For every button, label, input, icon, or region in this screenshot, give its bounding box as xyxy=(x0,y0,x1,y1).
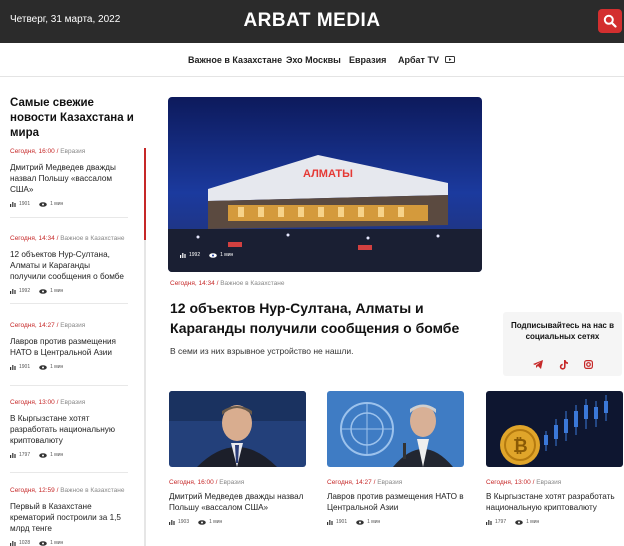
eye-icon xyxy=(198,519,206,525)
card-image[interactable] xyxy=(169,391,306,467)
eye-icon xyxy=(515,519,523,525)
sidebar-news-item[interactable]: Сегодня, 14:27 / Евразия Лавров против р… xyxy=(10,322,128,370)
divider xyxy=(10,303,128,304)
eye-icon xyxy=(39,452,47,458)
tiktok-icon[interactable] xyxy=(559,360,568,370)
eye-icon xyxy=(209,252,217,258)
search-button[interactable] xyxy=(598,9,622,33)
views-icon xyxy=(10,364,16,370)
sidebar-news-item[interactable]: Сегодня, 14:34 / Важное в Казахстане 12 … xyxy=(10,235,128,294)
views-icon xyxy=(486,519,492,525)
hero-image[interactable]: АЛМАТЫ xyxy=(168,97,482,272)
divider xyxy=(10,385,128,386)
latest-news-sidebar: Самые свежие новости Казахстана и мира xyxy=(10,96,135,141)
main-nav: Важное в Казахстане Эхо Москвы Евразия А… xyxy=(0,43,624,77)
hero-meta: Сегодня, 14:34 / Важное в Казахстане xyxy=(170,280,285,287)
news-card[interactable]: Сегодня, 16:00 / Евразия Дмитрий Медведе… xyxy=(169,391,306,525)
social-icons xyxy=(533,360,593,370)
hero-lead: В семи из них взрывное устройство не наш… xyxy=(170,346,354,356)
card-meta: Сегодня, 16:00 / Евразия xyxy=(169,479,245,486)
nav-item-label: Арбат TV xyxy=(398,55,439,65)
search-icon xyxy=(603,14,617,28)
sidebar-news-item[interactable]: Сегодня, 16:00 / Евразия Дмитрий Медведе… xyxy=(10,148,128,207)
sidebar-heading: Самые свежие новости Казахстана и мира xyxy=(10,97,134,139)
svg-text:₿: ₿ xyxy=(513,436,528,456)
news-stats: 1797 1 мин xyxy=(10,452,128,458)
nav-item-important-kz[interactable]: Важное в Казахстане xyxy=(188,55,282,65)
eye-icon xyxy=(39,288,47,294)
views-icon xyxy=(10,288,16,294)
social-label: Подписывайтесь на нас в социальных сетях xyxy=(510,321,615,341)
views-icon xyxy=(10,452,16,458)
nav-item-echo-moscow[interactable]: Эхо Москвы xyxy=(286,55,341,65)
views-icon xyxy=(10,201,16,207)
telegram-icon[interactable] xyxy=(533,360,543,370)
card-image[interactable]: ₿ xyxy=(486,391,623,467)
news-meta: Сегодня, 13:00 / Евразия xyxy=(10,399,86,406)
top-bar: Четверг, 31 марта, 2022 ARBAT MEDIA xyxy=(0,0,624,43)
card-meta: Сегодня, 13:00 / Евразия xyxy=(486,479,562,486)
views-icon xyxy=(10,540,16,546)
news-stats: 1901 1 мин xyxy=(10,364,128,370)
social-subscribe-box: Подписывайтесь на нас в социальных сетях xyxy=(503,312,622,376)
card-image[interactable] xyxy=(327,391,464,467)
card-stats: 1797 1 мин xyxy=(486,519,623,525)
news-meta: Сегодня, 14:27 / Евразия xyxy=(10,322,86,329)
news-stats: 1992 1 мин xyxy=(10,288,128,294)
airport-sign: АЛМАТЫ xyxy=(303,168,353,180)
eye-icon xyxy=(39,201,47,207)
news-title: В Кыргызстане хотят разработать национал… xyxy=(10,414,116,445)
views-icon xyxy=(327,519,333,525)
sidebar-news-item[interactable]: Сегодня, 13:00 / Евразия В Кыргызстане х… xyxy=(10,399,128,458)
hero-title[interactable]: 12 объектов Нур-Султана, Алматы и Карага… xyxy=(170,298,480,338)
news-meta: Сегодня, 16:00 / Евразия xyxy=(10,148,86,155)
news-title: Лавров против размещения НАТО в Централь… xyxy=(10,337,116,357)
card-meta: Сегодня, 14:27 / Евразия xyxy=(327,479,403,486)
hero-stats: 1992 1 мин xyxy=(180,252,233,258)
eye-icon xyxy=(39,364,47,370)
divider xyxy=(10,217,128,218)
news-stats: 1901 1 мин xyxy=(10,201,128,207)
sidebar-news-item[interactable]: Сегодня, 12:59 / Важное в Казахстане Пер… xyxy=(10,487,128,546)
nav-item-arbat-tv[interactable]: Арбат TV xyxy=(398,55,455,65)
card-title[interactable]: Дмитрий Медведев дважды назвал Польшу «в… xyxy=(169,491,306,513)
nav-item-eurasia[interactable]: Евразия xyxy=(349,55,386,65)
views-icon xyxy=(169,519,175,525)
news-meta: Сегодня, 14:34 / Важное в Казахстане xyxy=(10,235,125,242)
news-stats: 1028 1 мин xyxy=(10,540,128,546)
eye-icon xyxy=(39,540,47,546)
tv-icon xyxy=(444,56,455,63)
sidebar-scrollbar-thumb[interactable] xyxy=(144,148,146,240)
site-logo[interactable]: ARBAT MEDIA xyxy=(0,10,624,32)
instagram-icon[interactable] xyxy=(584,360,593,370)
news-title: Первый в Казахстане крематорий построили… xyxy=(10,502,121,533)
eye-icon xyxy=(356,519,364,525)
news-title: Дмитрий Медведев дважды назвал Польшу «в… xyxy=(10,163,116,194)
card-title[interactable]: Лавров против размещения НАТО в Централь… xyxy=(327,491,464,513)
news-meta: Сегодня, 12:59 / Важное в Казахстане xyxy=(10,487,125,494)
news-card[interactable]: ₿ Сегодня, 13:00 / Евразия В Кыргызстане… xyxy=(486,391,623,525)
news-card[interactable]: Сегодня, 14:27 / Евразия Лавров против р… xyxy=(327,391,464,525)
divider xyxy=(10,472,128,473)
views-icon xyxy=(180,252,186,258)
card-stats: 1903 1 мин xyxy=(169,519,306,525)
news-title: 12 объектов Нур-Султана, Алматы и Карага… xyxy=(10,250,124,281)
card-title[interactable]: В Кыргызстане хотят разработать национал… xyxy=(486,491,623,513)
card-stats: 1901 1 мин xyxy=(327,519,464,525)
